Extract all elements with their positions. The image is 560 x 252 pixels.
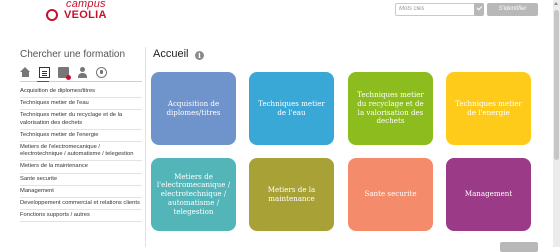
user-icon[interactable]	[77, 66, 88, 78]
sidebar: Chercher une formation Acquisition de di…	[20, 49, 142, 223]
globe-icon[interactable]	[96, 66, 107, 78]
document-icon[interactable]	[39, 66, 50, 78]
sidebar-item-commercial[interactable]: Developpement commercial et relations cl…	[20, 198, 142, 211]
search-input[interactable]	[395, 3, 479, 16]
search-submit-button[interactable]	[474, 3, 484, 16]
sidebar-item-fonctions-supports[interactable]: Fonctions supports / autres	[20, 210, 142, 223]
sidebar-item-energie[interactable]: Techniques metier de l'energie	[20, 130, 142, 143]
sidebar-item-electromecanique[interactable]: Metiers de l'electromecanique / electrot…	[20, 142, 142, 162]
tile-energie[interactable]: Techniques metier de l'energie	[446, 72, 531, 145]
tile-label: Sante securite	[364, 189, 417, 199]
tile-label: Management	[464, 189, 513, 199]
tile-recyclage[interactable]: Techniques metier du recyclage et de la …	[348, 72, 433, 145]
tile-eau[interactable]: Techniques metier de l'eau	[249, 72, 334, 145]
sidebar-item-eau[interactable]: Techniques metier de l'eau	[20, 98, 142, 111]
icon-toolbar-divider	[20, 81, 142, 82]
tile-maintenance[interactable]: Metiers de la maintenance	[249, 158, 334, 231]
tile-label: Metiers de l'electromecanique / electrot…	[156, 171, 231, 216]
tile-label: Techniques metier de l'energie	[455, 98, 522, 117]
sidebar-item-recyclage[interactable]: Techniques metier du recyclage et de la …	[20, 110, 142, 130]
calendar-icon[interactable]	[58, 66, 71, 80]
tile-sante-securite[interactable]: Sante securite	[348, 158, 433, 231]
tile-label: Metiers de la maintenance	[267, 184, 316, 203]
category-menu: Acquisition de diplomes/titres Technique…	[20, 86, 142, 223]
page-title: Accueil	[153, 48, 189, 60]
campus-veolia-logo[interactable]: campus VEOLIA	[46, 0, 128, 30]
sidebar-icon-toolbar	[20, 65, 142, 80]
info-icon[interactable]: i	[195, 51, 204, 60]
home-icon[interactable]	[20, 66, 31, 78]
sidebar-divider	[145, 47, 146, 247]
tile-management[interactable]: Management	[446, 158, 531, 231]
scrollbar-thumb[interactable]	[554, 10, 559, 160]
tile-label: Acquisition de diplomes/titres	[166, 98, 221, 117]
sidebar-item-sante-securite[interactable]: Sante securite	[20, 174, 142, 186]
bottom-button[interactable]	[500, 242, 538, 252]
sidebar-title: Chercher une formation	[20, 49, 126, 60]
tile-label: Techniques metier du recyclage et de la …	[357, 89, 424, 126]
sidebar-item-diplomes[interactable]: Acquisition de diplomes/titres	[20, 86, 142, 99]
tile-electromecanique[interactable]: Metiers de l'electromecanique / electrot…	[151, 158, 236, 231]
logo-veolia-text: VEOLIA	[64, 9, 107, 21]
sidebar-item-management[interactable]: Management	[20, 186, 142, 199]
tile-label: Techniques metier de l'eau	[258, 98, 325, 117]
login-button[interactable]: S'identifier	[487, 3, 538, 16]
tile-diplomes[interactable]: Acquisition de diplomes/titres	[151, 72, 236, 145]
scroll-up-arrow-icon[interactable]	[554, 0, 559, 7]
logo-ring-icon	[46, 9, 58, 21]
page-scrollbar[interactable]	[553, 0, 560, 247]
sidebar-item-maintenance[interactable]: Metiers de la maintenance	[20, 161, 142, 174]
